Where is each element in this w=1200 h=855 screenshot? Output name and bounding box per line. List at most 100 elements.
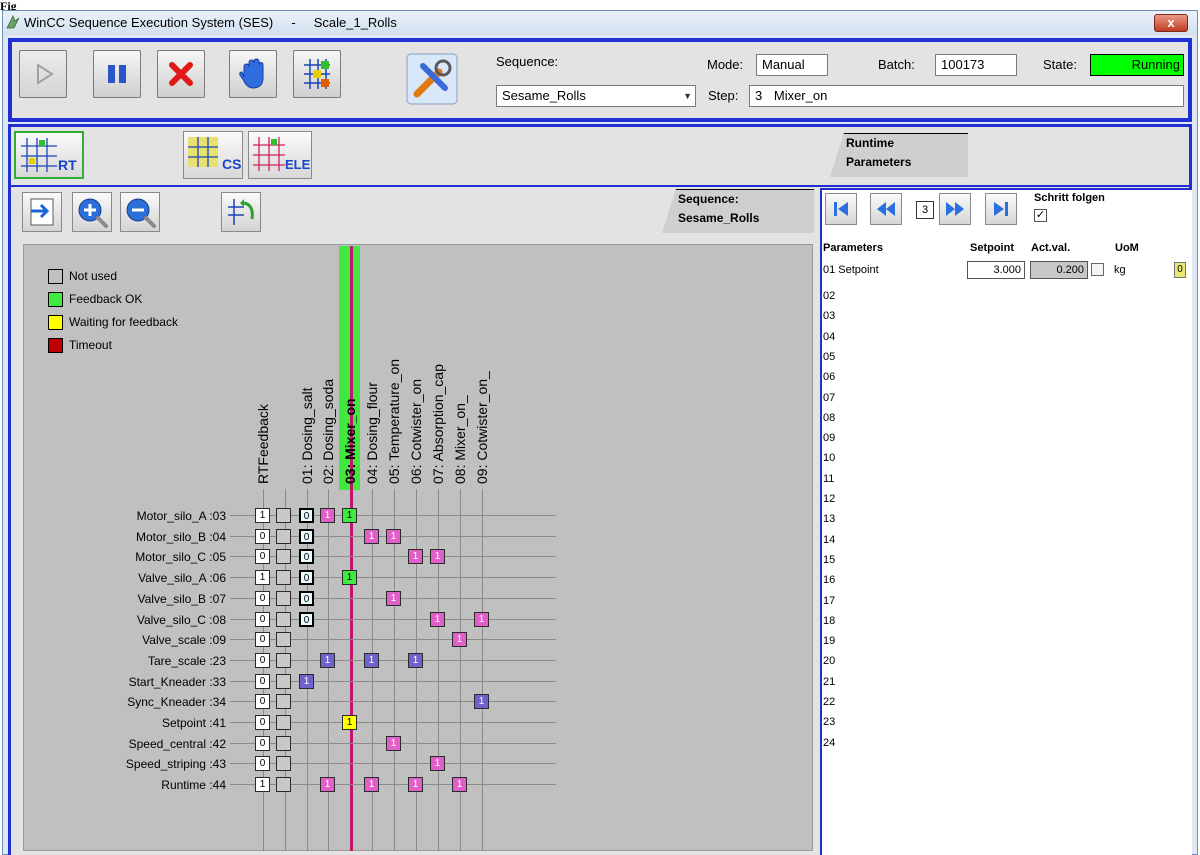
step-cell[interactable]: 1 [386, 735, 401, 751]
step-cell[interactable]: 1 [386, 528, 401, 544]
status-cell [276, 528, 291, 544]
step-cell[interactable]: 0 [299, 528, 314, 544]
step-cell[interactable]: 1 [474, 611, 489, 627]
param-row-1-checkbox[interactable] [1091, 263, 1104, 276]
parameter-number: 05 [823, 350, 836, 363]
rt-feedback-cell: 0 [255, 694, 270, 710]
row-label: Sync_Kneader :34 [127, 695, 226, 710]
step-cell[interactable]: 1 [342, 715, 357, 730]
tab-ele-label: ELE [285, 157, 311, 172]
row-label: Motor_silo_B :04 [135, 529, 226, 544]
step-cell[interactable]: 1 [430, 549, 445, 565]
step-cell[interactable]: 0 [299, 570, 314, 586]
status-cell [276, 632, 291, 648]
param-actual-value: 0.200 [1030, 261, 1088, 279]
tools-icon[interactable] [405, 52, 459, 106]
legend-swatch [48, 269, 63, 284]
next-step-button[interactable] [939, 193, 971, 225]
step-cell[interactable]: 1 [364, 777, 379, 793]
sequence-select[interactable]: Sesame_Rolls ▼ [496, 85, 696, 107]
step-cell[interactable]: 1 [364, 652, 379, 668]
ele-grid-icon [253, 137, 285, 171]
parameter-number: 02 [823, 290, 836, 302]
export-button[interactable] [22, 192, 62, 232]
parameter-number: 20 [823, 655, 836, 668]
step-cell[interactable]: 1 [299, 673, 314, 689]
previous-step-button[interactable] [870, 193, 902, 225]
pause-icon [108, 65, 126, 83]
step-cell[interactable]: 1 [452, 777, 467, 793]
parameter-number: 21 [823, 675, 836, 688]
follow-step-label: Schritt folgen [1034, 192, 1105, 204]
parameter-number: 22 [823, 696, 836, 708]
status-cell [276, 777, 291, 793]
tab-ele[interactable]: ELE [248, 131, 312, 179]
next-step-icon [946, 202, 964, 216]
step-cell[interactable]: 1 [430, 756, 445, 772]
parameter-number: 09 [823, 432, 836, 445]
step-cell[interactable]: 1 [408, 549, 423, 565]
sequence-tab-line2: Sesame_Rolls [678, 211, 760, 225]
last-step-button[interactable] [985, 193, 1017, 225]
step-cell[interactable]: 0 [299, 549, 314, 565]
step-label: Step: [708, 88, 739, 103]
reset-view-button[interactable] [221, 192, 261, 232]
close-button[interactable]: x [1154, 14, 1188, 32]
param-setpoint-input[interactable]: 3.000 [967, 261, 1025, 279]
status-cell [276, 756, 291, 772]
step-cell[interactable]: 1 [408, 777, 423, 793]
step-cell[interactable]: 1 [430, 611, 445, 627]
parameter-number: 11 [823, 472, 835, 485]
parameter-number: 16 [823, 574, 836, 587]
step-cell[interactable]: 1 [342, 570, 357, 586]
zoom-out-button[interactable] [120, 192, 160, 232]
sequence-view-tab: Sequence: Sesame_Rolls [662, 189, 814, 233]
status-cell [276, 715, 291, 730]
zoom-in-button[interactable] [72, 192, 112, 232]
tabbar-divider [11, 185, 1189, 187]
column-header: RTFeedback [255, 404, 271, 484]
sequence-view-button[interactable] [293, 50, 341, 98]
step-cell[interactable]: 1 [386, 590, 401, 606]
parameter-number: 23 [823, 716, 836, 729]
step-cell[interactable]: 0 [299, 611, 314, 627]
first-step-button[interactable] [825, 193, 857, 225]
step-cell[interactable]: 1 [320, 652, 335, 668]
status-cell [276, 570, 291, 586]
rt-feedback-cell: 0 [255, 549, 270, 565]
sequence-select-value: Sesame_Rolls [502, 88, 586, 103]
rt-feedback-cell: 1 [255, 777, 270, 793]
step-cell[interactable]: 1 [452, 632, 467, 648]
column-line [437, 489, 439, 851]
parameter-number: 08 [823, 411, 836, 424]
step-cell[interactable]: 0 [299, 508, 314, 523]
parameter-number: 06 [823, 371, 836, 384]
rt-feedback-cell: 0 [255, 715, 270, 730]
column-line [327, 489, 329, 851]
column-header: 07: Absorption_cap [430, 364, 446, 484]
start-button[interactable] [19, 50, 67, 98]
step-cell[interactable]: 1 [474, 694, 489, 710]
tab-rt[interactable]: RT [14, 131, 84, 179]
step-cell[interactable]: 1 [364, 528, 379, 544]
step-cell[interactable]: 1 [320, 508, 335, 523]
parameter-number: 14 [823, 533, 836, 546]
row-label: Motor_silo_A :03 [136, 509, 226, 523]
play-icon [37, 63, 54, 85]
manual-hand-button[interactable] [229, 50, 277, 98]
tab-runtime-parameters[interactable]: Runtime Parameters [830, 133, 968, 177]
pause-button[interactable] [93, 50, 141, 98]
follow-step-checkbox[interactable]: ✓ [1034, 209, 1047, 222]
tab-runtime-parameters-line2: Parameters [846, 155, 912, 169]
step-cell[interactable]: 1 [342, 508, 357, 523]
previous-step-icon [877, 202, 895, 216]
row-label: Start_Kneader :33 [128, 674, 226, 689]
zoom-out-icon [126, 198, 156, 228]
column-line [415, 489, 417, 851]
abort-button[interactable] [157, 50, 205, 98]
step-cell[interactable]: 1 [320, 777, 335, 793]
step-cell[interactable]: 0 [299, 590, 314, 606]
step-cell[interactable]: 1 [408, 652, 423, 668]
row-label: Valve_scale :09 [142, 633, 226, 648]
tab-cs[interactable]: CS [183, 131, 243, 179]
